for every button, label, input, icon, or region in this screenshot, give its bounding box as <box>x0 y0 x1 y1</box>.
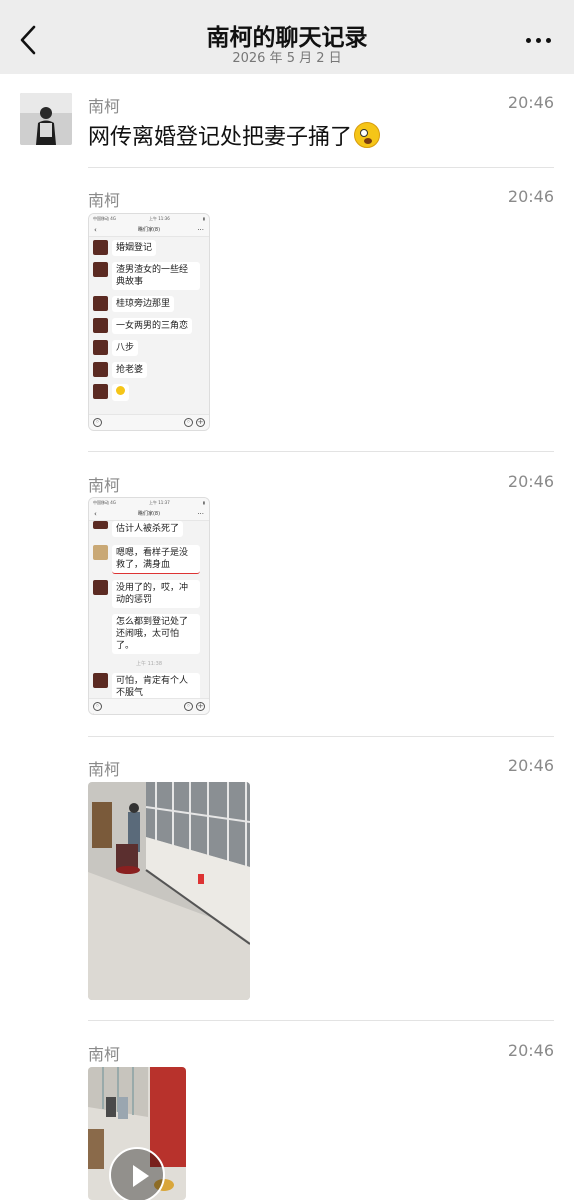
sender-name: 南柯 <box>88 1045 121 1064</box>
mini-system-time: 上午 11:38 <box>136 661 162 667</box>
mini-bubble: 嗯嗯，看样子是没救了，满身血 <box>112 545 200 574</box>
sender-name: 南柯 <box>88 760 121 779</box>
mini-nav-title: 瞧们家(8) <box>137 511 161 517</box>
message-time: 20:46 <box>507 1041 554 1060</box>
emoji-icon: ◦ <box>184 702 193 711</box>
record-divider <box>88 451 554 452</box>
page-subtitle-date: 2026 年 5 月 2 日 <box>232 51 342 66</box>
plus-icon: + <box>196 702 205 711</box>
avatar <box>93 362 108 377</box>
more-dots-icon[interactable] <box>524 26 554 50</box>
mini-bubble: 桂琼旁边那里 <box>112 296 175 312</box>
mini-nav-title: 瞧们家(8) <box>137 227 161 233</box>
mini-input-bar: ◦ ◦ + <box>89 698 209 714</box>
mini-bubble: 可怕，肯定有个人不服气 <box>112 673 200 701</box>
status-time: 上午 11:37 <box>148 500 170 505</box>
status-carrier: 中国移动 4G <box>93 216 116 221</box>
voice-icon: ◦ <box>93 702 102 711</box>
laughing-face-icon <box>116 386 125 395</box>
mini-message: 估计人被杀死了 <box>93 521 205 537</box>
record-divider <box>88 736 554 737</box>
more-dots-icon: ··· <box>197 510 204 518</box>
mini-message: 怎么都到登记处了还闹哦，太可怕了。 <box>93 614 205 654</box>
mini-message: 抢老婆 <box>93 362 205 378</box>
mini-message: 可怕，肯定有个人不服气 <box>93 673 205 701</box>
mini-message: 渣男渣女的一些经典故事 <box>93 262 205 290</box>
emoji-icon: ◦ <box>184 418 193 427</box>
mini-input-bar: ◦ ◦ + <box>89 414 209 430</box>
chevron-left-icon: ‹ <box>94 226 97 234</box>
avatar <box>93 318 108 333</box>
avatar <box>93 580 108 595</box>
avatar <box>93 673 108 688</box>
avatar <box>93 384 108 399</box>
mini-bubble: 婚姻登记 <box>112 240 157 256</box>
message-time: 20:46 <box>507 472 554 491</box>
chevron-left-icon: ‹ <box>94 510 97 518</box>
chat-record-header: 南柯的聊天记录 2026 年 5 月 2 日 <box>0 0 574 74</box>
chat-screenshot-image[interactable]: 中国移动 4G 上午 11:36 ▮ ‹ 瞧们家(8) ··· 婚姻登记 渣男渣… <box>88 213 210 431</box>
mini-message: 没用了的，哎，冲动的惩罚 <box>93 580 205 608</box>
mini-nav-bar: ‹ 瞧们家(8) ··· <box>89 507 209 521</box>
avatar <box>93 521 108 529</box>
message-time: 20:46 <box>507 93 554 112</box>
mini-bubble: 抢老婆 <box>112 362 148 378</box>
avatar <box>93 614 108 629</box>
status-time: 上午 11:36 <box>148 216 170 221</box>
avatar <box>93 340 108 355</box>
record-divider <box>88 1020 554 1021</box>
avatar <box>93 262 108 277</box>
mini-nav-bar: ‹ 瞧们家(8) ··· <box>89 223 209 237</box>
status-bar: 中国移动 4G 上午 11:36 ▮ <box>89 214 209 223</box>
play-icon[interactable] <box>109 1147 165 1200</box>
status-carrier: 中国移动 4G <box>93 500 116 505</box>
voice-icon: ◦ <box>93 418 102 427</box>
chat-screenshot-image[interactable]: 中国移动 4G 上午 11:37 ▮ ‹ 瞧们家(8) ··· 估计人被杀死了 … <box>88 497 210 715</box>
more-dots-icon: ··· <box>197 226 204 234</box>
message-time: 20:46 <box>507 187 554 206</box>
mini-message: 桂琼旁边那里 <box>93 296 205 312</box>
mini-bubble: 渣男渣女的一些经典故事 <box>112 262 200 290</box>
mini-message: 嗯嗯，看样子是没救了，满身血 <box>93 545 205 574</box>
avatar[interactable] <box>20 93 72 145</box>
mini-bubble: 一女两男的三角恋 <box>112 318 193 334</box>
avatar <box>93 296 108 311</box>
mini-bubble-emoji <box>112 384 129 401</box>
avatar <box>93 240 108 255</box>
mini-message: 婚姻登记 <box>93 240 205 256</box>
battery-icon: ▮ <box>202 216 205 221</box>
mini-bubble: 没用了的，哎，冲动的惩罚 <box>112 580 200 608</box>
mini-message: 一女两男的三角恋 <box>93 318 205 334</box>
sender-name: 南柯 <box>88 97 121 116</box>
record-divider <box>88 167 554 168</box>
status-bar: 中国移动 4G 上午 11:37 ▮ <box>89 498 209 507</box>
mini-bubble: 怎么都到登记处了还闹哦，太可怕了。 <box>112 614 200 654</box>
mini-bubble: 估计人被杀死了 <box>112 521 184 537</box>
corridor-photo[interactable] <box>88 782 250 1000</box>
message-text-content: 网传离婚登记处把妻子捅了 <box>88 125 353 150</box>
message-text[interactable]: 网传离婚登记处把妻子捅了 <box>88 119 381 151</box>
sender-name: 南柯 <box>88 191 121 210</box>
mini-message <box>93 384 205 401</box>
video-thumbnail[interactable] <box>88 1067 186 1200</box>
plus-icon: + <box>196 418 205 427</box>
surprised-face-icon <box>354 122 381 148</box>
message-time: 20:46 <box>507 756 554 775</box>
mini-message: 八步 <box>93 340 205 356</box>
sender-name: 南柯 <box>88 476 121 495</box>
mini-bubble: 八步 <box>112 340 139 356</box>
battery-icon: ▮ <box>202 500 205 505</box>
avatar <box>93 545 108 560</box>
